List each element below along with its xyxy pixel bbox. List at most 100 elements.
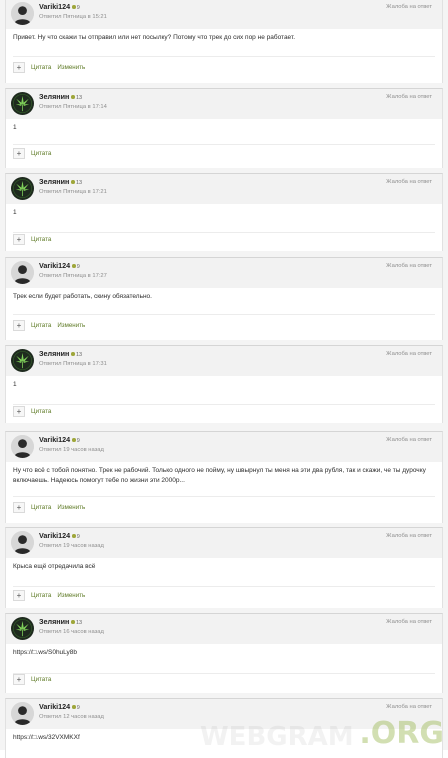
post-actions: + Цитата	[13, 147, 51, 159]
author-name-text[interactable]: Variki124	[39, 2, 70, 11]
author-name-text[interactable]: Зелянин	[39, 92, 69, 101]
reputation-badge: 13	[71, 352, 82, 358]
report-link[interactable]: Жалоба на ответ	[386, 533, 432, 539]
author-name[interactable]: Variki124 9	[39, 2, 80, 11]
post-actions: + Цитата Изменить	[13, 501, 85, 513]
author-name-text[interactable]: Variki124	[39, 702, 70, 711]
multiquote-plus-button[interactable]: +	[13, 61, 25, 73]
reputation-badge: 13	[71, 95, 82, 101]
author-name-text[interactable]: Зелянин	[39, 177, 69, 186]
author-name[interactable]: Variki124 9	[39, 531, 80, 540]
reputation-dot-icon	[72, 264, 76, 268]
avatar[interactable]	[11, 177, 34, 200]
avatar[interactable]	[11, 92, 34, 115]
post-date: Ответил Пятница в 17:21	[39, 189, 107, 195]
multiquote-plus-button[interactable]: +	[13, 147, 25, 159]
cannabis-leaf-icon	[11, 92, 34, 115]
divider	[13, 56, 435, 57]
post-date: Ответил 19 часов назад	[39, 543, 104, 549]
quote-button[interactable]: Цитата	[31, 322, 51, 329]
author-name-text[interactable]: Variki124	[39, 435, 70, 444]
divider	[13, 314, 435, 315]
cannabis-leaf-icon	[11, 177, 34, 200]
author-name-text[interactable]: Зелянин	[39, 617, 69, 626]
multiquote-plus-button[interactable]: +	[13, 319, 25, 331]
post-header: Variki124 9 Ответил Пятница в 17:27 Жалоба …	[6, 258, 442, 288]
multiquote-plus-button[interactable]: +	[13, 501, 25, 513]
post-actions: + Цитата	[13, 233, 51, 245]
forum-post: Зелянин 13 Ответил Пятница в 17:21 Жалоба н…	[5, 173, 443, 251]
report-link[interactable]: Жалоба на ответ	[386, 94, 432, 100]
avatar[interactable]	[11, 702, 34, 725]
user-silhouette-icon	[11, 531, 34, 554]
multiquote-plus-button[interactable]: +	[13, 233, 25, 245]
reputation-count: 13	[75, 620, 83, 626]
edit-button[interactable]: Изменить	[57, 504, 85, 511]
report-link[interactable]: Жалоба на ответ	[386, 351, 432, 357]
author-name-text[interactable]: Зелянин	[39, 349, 69, 358]
reputation-dot-icon	[72, 705, 76, 709]
user-silhouette-icon	[11, 435, 34, 458]
multiquote-plus-button[interactable]: +	[13, 589, 25, 601]
reputation-count: 9	[76, 264, 80, 270]
divider	[13, 496, 435, 497]
reputation-badge: 9	[72, 264, 80, 270]
author-name-text[interactable]: Variki124	[39, 531, 70, 540]
multiquote-plus-button[interactable]: +	[13, 405, 25, 417]
report-link[interactable]: Жалоба на ответ	[386, 263, 432, 269]
reputation-count: 13	[75, 95, 83, 101]
avatar[interactable]	[11, 617, 34, 640]
post-content: 1	[13, 381, 17, 388]
edit-button[interactable]: Изменить	[57, 64, 85, 71]
quote-button[interactable]: Цитата	[31, 64, 51, 71]
report-link[interactable]: Жалоба на ответ	[386, 619, 432, 625]
author-name[interactable]: Зелянин 13	[39, 349, 82, 358]
plus-icon: +	[16, 320, 22, 330]
post-actions: + Цитата Изменить	[13, 589, 85, 601]
quote-button[interactable]: Цитата	[31, 408, 51, 415]
author-name[interactable]: Variki124 9	[39, 435, 80, 444]
quote-button[interactable]: Цитата	[31, 592, 51, 599]
report-link[interactable]: Жалоба на ответ	[386, 437, 432, 443]
quote-button[interactable]: Цитата	[31, 150, 51, 157]
reputation-badge: 9	[72, 438, 80, 444]
post-actions: + Цитата Изменить	[13, 319, 85, 331]
avatar[interactable]	[11, 2, 34, 25]
forum-post: Зелянин 13 Ответил 16 часов назад Жалоба на…	[5, 613, 443, 693]
post-actions: + Цитата	[13, 405, 51, 417]
author-name-text[interactable]: Variki124	[39, 261, 70, 270]
avatar[interactable]	[11, 349, 34, 372]
post-date: Ответил Пятница в 17:27	[39, 273, 107, 279]
post-date: Ответил 16 часов назад	[39, 629, 104, 635]
post-header: Зелянин 13 Ответил 16 часов назад Жалоба на…	[6, 614, 442, 644]
author-name[interactable]: Variki124 9	[39, 261, 80, 270]
forum-post: Variki124 9 Ответил 19 часов назад Жалоба н…	[5, 527, 443, 608]
user-silhouette-icon	[11, 702, 34, 725]
multiquote-plus-button[interactable]: +	[13, 673, 25, 685]
forum-post: Variki124 9 Ответил Пятница в 15:21 Жалоба …	[5, 0, 443, 83]
report-link[interactable]: Жалоба на ответ	[386, 179, 432, 185]
author-name[interactable]: Зелянин 13	[39, 92, 82, 101]
post-date: Ответил 19 часов назад	[39, 447, 104, 453]
reputation-badge: 13	[71, 620, 82, 626]
quote-button[interactable]: Цитата	[31, 676, 51, 683]
edit-button[interactable]: Изменить	[57, 322, 85, 329]
reputation-count: 9	[76, 438, 80, 444]
report-link[interactable]: Жалоба на ответ	[386, 4, 432, 10]
reputation-dot-icon	[71, 95, 75, 99]
post-date: Ответил 12 часов назад	[39, 714, 104, 720]
avatar[interactable]	[11, 261, 34, 284]
cannabis-leaf-icon	[11, 349, 34, 372]
author-name[interactable]: Зелянин 13	[39, 617, 82, 626]
reputation-dot-icon	[72, 534, 76, 538]
avatar[interactable]	[11, 435, 34, 458]
quote-button[interactable]: Цитата	[31, 236, 51, 243]
avatar[interactable]	[11, 531, 34, 554]
post-content: Ну что всё с тобой понятно. Трек не рабо…	[13, 467, 426, 484]
quote-button[interactable]: Цитата	[31, 504, 51, 511]
author-name[interactable]: Variki124 9	[39, 702, 80, 711]
edit-button[interactable]: Изменить	[57, 592, 85, 599]
report-link[interactable]: Жалоба на ответ	[386, 704, 432, 710]
reputation-dot-icon	[71, 352, 75, 356]
author-name[interactable]: Зелянин 13	[39, 177, 82, 186]
